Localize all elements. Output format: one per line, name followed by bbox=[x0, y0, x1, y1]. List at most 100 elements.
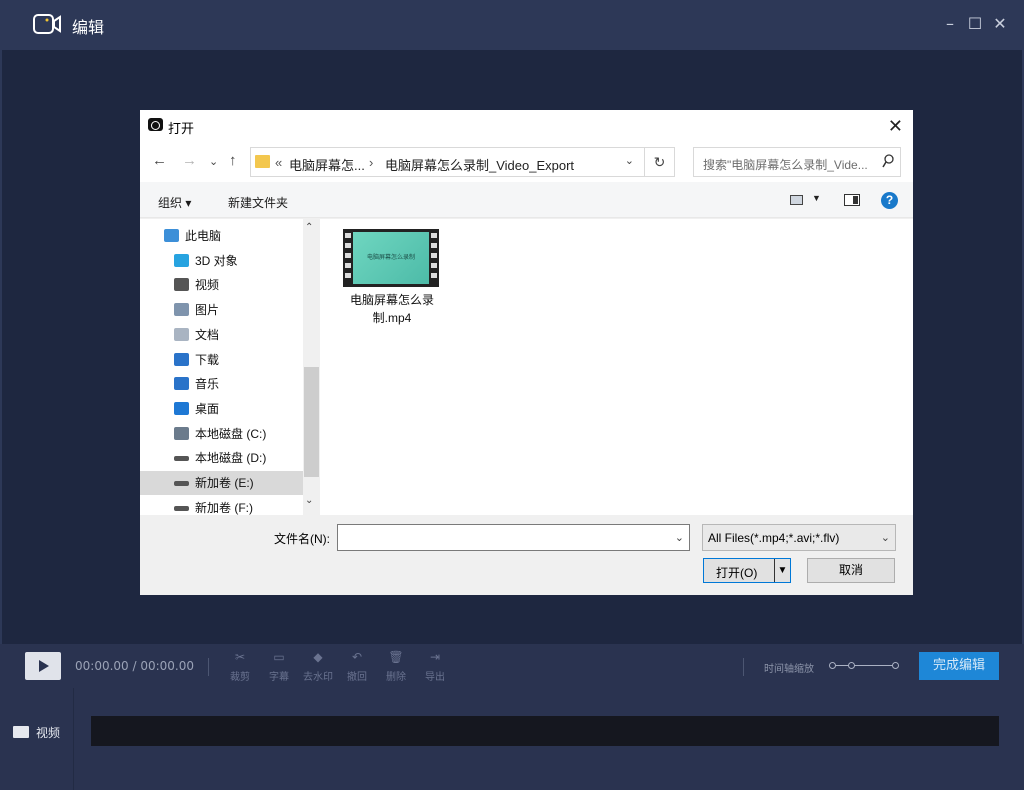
filename-input[interactable]: ⌄ bbox=[337, 524, 690, 551]
file-list: 电脑屏幕怎么录制 电脑屏幕怎么录 制.mp4 bbox=[320, 219, 913, 515]
eraser-tool-button[interactable]: ◆ 去水印 bbox=[300, 650, 336, 683]
tree-item[interactable]: 文档 bbox=[174, 323, 219, 347]
export-icon: ⇥ bbox=[429, 650, 441, 664]
navigation-tree: 此电脑 3D 对象视频图片文档下载音乐桌面本地磁盘 (C:) 本地磁盘 (D:) 新加… bbox=[140, 219, 303, 515]
search-placeholder: 搜索"电脑屏幕怎么录制_Vide... bbox=[703, 158, 868, 172]
zoom-in-icon[interactable] bbox=[892, 662, 899, 669]
scissors-tool-button[interactable]: ✂ 裁剪 bbox=[222, 650, 258, 683]
preview-pane-icon[interactable] bbox=[844, 194, 860, 206]
dialog-close-button[interactable]: ✕ bbox=[888, 116, 903, 137]
tree-item[interactable]: 本地磁盘 (D:) bbox=[174, 446, 266, 470]
scroll-down-icon[interactable]: ⌄ bbox=[305, 495, 313, 506]
export-tool-button[interactable]: ⇥ 导出 bbox=[417, 650, 453, 683]
tree-item-label: 本地磁盘 (D:) bbox=[195, 451, 267, 466]
tool-label: 裁剪 bbox=[230, 672, 250, 683]
tree-item-label: 视频 bbox=[195, 278, 220, 293]
timeline-zoom-label: 时间轴缩放 bbox=[764, 664, 814, 675]
back-button[interactable]: ← bbox=[152, 152, 167, 169]
video-track-lane[interactable] bbox=[91, 716, 999, 746]
dialog-app-icon bbox=[148, 118, 163, 131]
cancel-button[interactable]: 取消 bbox=[807, 558, 895, 583]
tree-item-label: 音乐 bbox=[195, 377, 220, 392]
minimize-button[interactable]: – bbox=[940, 14, 960, 34]
up-button[interactable]: ↑ bbox=[229, 152, 237, 169]
help-icon[interactable]: ? bbox=[881, 192, 898, 209]
undo-icon: ↶ bbox=[351, 650, 363, 664]
tree-item[interactable]: 图片 bbox=[174, 298, 219, 322]
drive-icon bbox=[174, 481, 189, 486]
file-type-filter[interactable]: All Files(*.mp4;*.avi;*.flv) ⌄ bbox=[702, 524, 896, 551]
desktop-icon bbox=[174, 401, 189, 415]
view-mode-dropdown-icon[interactable]: ▼ bbox=[812, 193, 821, 203]
tree-item[interactable]: 新加卷 (E:) bbox=[140, 471, 303, 495]
subtitle-icon: ▭ bbox=[273, 650, 285, 664]
close-button[interactable]: ✕ bbox=[990, 14, 1010, 34]
maximize-button[interactable]: ☐ bbox=[965, 14, 985, 34]
tree-item[interactable]: 新加卷 (F:) bbox=[174, 496, 253, 515]
tree-item-label: 桌面 bbox=[195, 401, 220, 416]
timeline-zoom-slider[interactable] bbox=[829, 662, 899, 669]
zoom-slider-handle[interactable] bbox=[848, 662, 855, 669]
video-track-icon bbox=[13, 726, 29, 738]
zoom-out-icon[interactable] bbox=[829, 662, 836, 669]
tree-item[interactable]: 下载 bbox=[174, 348, 219, 372]
breadcrumb-separator[interactable]: › bbox=[369, 155, 373, 170]
picture-icon bbox=[174, 303, 189, 317]
scroll-up-icon[interactable]: ⌃ bbox=[305, 222, 313, 233]
tool-label: 字幕 bbox=[269, 672, 289, 683]
address-dropdown-icon[interactable]: ⌄ bbox=[625, 154, 634, 167]
tree-item-label: 此电脑 bbox=[185, 229, 222, 243]
new-folder-button[interactable]: 新建文件夹 bbox=[228, 194, 288, 211]
finish-editing-button[interactable]: 完成编辑 bbox=[919, 652, 999, 680]
camera-icon bbox=[33, 14, 61, 34]
tree-item[interactable]: 此电脑 bbox=[164, 224, 221, 248]
computer-icon bbox=[164, 229, 179, 242]
forward-button[interactable]: → bbox=[182, 152, 197, 169]
view-mode-icon[interactable] bbox=[790, 195, 803, 205]
trash-icon: 🗑 bbox=[388, 650, 404, 664]
drive-icon bbox=[174, 456, 189, 462]
dialog-toolbar: 组织 ▾ 新建文件夹 ▼ ? bbox=[140, 182, 913, 218]
filter-dropdown-icon[interactable]: ⌄ bbox=[881, 531, 890, 544]
organize-menu[interactable]: 组织 ▾ bbox=[158, 194, 191, 211]
video-track-label: 视频 bbox=[36, 726, 61, 740]
film-icon bbox=[174, 278, 189, 292]
open-button[interactable]: 打开(O) ▼ bbox=[703, 558, 791, 583]
filename-dropdown-icon[interactable]: ⌄ bbox=[675, 531, 684, 544]
address-overflow-chevron[interactable]: « bbox=[275, 155, 282, 170]
search-field[interactable]: 搜索"电脑屏幕怎么录制_Vide... bbox=[693, 147, 901, 177]
refresh-button[interactable]: ↻ bbox=[645, 147, 675, 177]
scrollbar-thumb[interactable] bbox=[304, 367, 319, 477]
scissors-icon: ✂ bbox=[234, 650, 246, 664]
tool-label: 导出 bbox=[425, 672, 445, 683]
play-button[interactable] bbox=[25, 652, 61, 680]
open-split-dropdown-icon[interactable]: ▼ bbox=[774, 559, 790, 582]
subtitle-tool-button[interactable]: ▭ 字幕 bbox=[261, 650, 297, 683]
undo-tool-button[interactable]: ↶ 撤回 bbox=[339, 650, 375, 683]
tree-item-label: 3D 对象 bbox=[195, 253, 238, 268]
tree-item-label: 文档 bbox=[195, 327, 220, 342]
address-bar[interactable]: « 电脑屏幕怎... › 电脑屏幕怎么录制_Video_Export ⌄ bbox=[250, 147, 645, 177]
navigation-bar: ← → ⌄ ↑ « 电脑屏幕怎... › 电脑屏幕怎么录制_Video_Expo… bbox=[140, 142, 913, 182]
recent-locations-button[interactable]: ⌄ bbox=[209, 155, 218, 168]
tree-item[interactable]: 视频 bbox=[174, 273, 219, 297]
title-bar: 编辑 – ☐ ✕ bbox=[0, 0, 1024, 50]
eraser-icon: ◆ bbox=[313, 650, 323, 664]
track-header: 视频 bbox=[0, 688, 74, 790]
tree-item-label: 本地磁盘 (C:) bbox=[195, 426, 267, 441]
trash-tool-button[interactable]: 🗑 删除 bbox=[378, 650, 414, 683]
tree-item-label: 新加卷 (F:) bbox=[195, 500, 253, 515]
tree-item-label: 新加卷 (E:) bbox=[195, 476, 254, 490]
open-file-dialog: 打开 ✕ ← → ⌄ ↑ « 电脑屏幕怎... › 电脑屏幕怎么录制_Video… bbox=[140, 110, 913, 595]
video-thumbnail: 电脑屏幕怎么录制 bbox=[343, 229, 439, 287]
tree-item[interactable]: 3D 对象 bbox=[174, 249, 238, 273]
breadcrumb-parent[interactable]: 电脑屏幕怎... bbox=[289, 155, 365, 174]
tree-item[interactable]: 音乐 bbox=[174, 372, 219, 396]
music-icon bbox=[174, 377, 189, 391]
filename-label: 文件名(N): bbox=[274, 532, 330, 546]
tree-item[interactable]: 桌面 bbox=[174, 397, 219, 421]
breadcrumb-current[interactable]: 电脑屏幕怎么录制_Video_Export bbox=[385, 155, 574, 174]
tree-item[interactable]: 本地磁盘 (C:) bbox=[174, 422, 266, 446]
tree-scrollbar[interactable]: ⌃ ⌄ bbox=[303, 219, 320, 515]
app-title: 编辑 bbox=[72, 18, 105, 37]
